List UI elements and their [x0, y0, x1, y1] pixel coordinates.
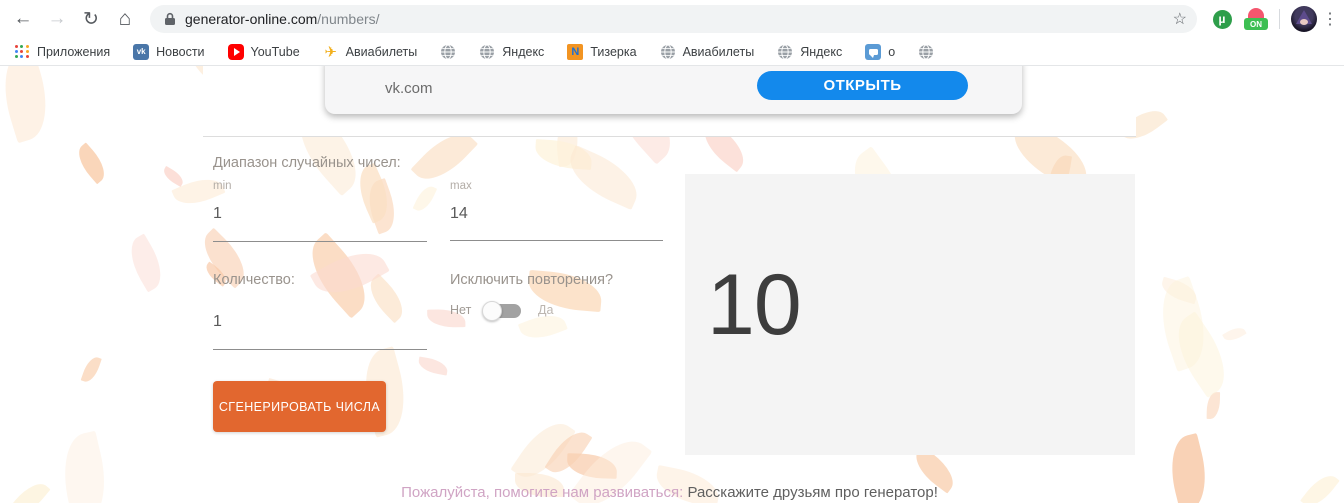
url-domain: generator-online.com — [185, 11, 317, 27]
globe-icon — [777, 44, 793, 60]
globe-icon — [660, 44, 676, 60]
bookmark-item[interactable]: ✈Авиабилеты — [323, 44, 418, 60]
bookmark-item[interactable]: Авиабилеты — [660, 44, 755, 60]
result-box: 10 — [685, 174, 1135, 455]
leaf-decoration — [72, 143, 112, 185]
bookmark-item[interactable]: о — [865, 44, 895, 60]
home-icon[interactable]: ⌂ — [110, 4, 140, 34]
min-input[interactable]: 1 — [213, 205, 222, 223]
leaf-decoration — [161, 166, 186, 187]
leaf-decoration — [8, 476, 51, 503]
browser-toolbar: ← → ↻ ⌂ generator-online.com/numbers/ ☆ … — [0, 0, 1344, 38]
count-label: Количество: — [213, 272, 295, 288]
adblock-extension-icon[interactable]: ON — [1244, 7, 1268, 31]
toolbar-divider — [1279, 9, 1280, 29]
forward-icon[interactable]: → — [42, 4, 72, 34]
url-text: generator-online.com/numbers/ — [185, 11, 1165, 27]
leaf-decoration — [1222, 324, 1247, 345]
browser-menu-icon[interactable]: ⋮ — [1322, 9, 1336, 29]
bookmark-star-icon[interactable]: ☆ — [1173, 9, 1187, 29]
globe-icon — [918, 44, 934, 60]
reload-icon[interactable]: ↻ — [76, 4, 106, 34]
leaf-decoration — [1162, 432, 1214, 503]
max-input[interactable]: 14 — [450, 205, 468, 223]
norepeat-label: Исключить повторения? — [450, 272, 613, 288]
bookmark-item[interactable]: Яндекс — [777, 44, 842, 60]
airplane-icon: ✈ — [323, 44, 339, 60]
generate-button[interactable]: СГЕНЕРИРОВАТЬ ЧИСЛА — [213, 381, 386, 432]
ad-site-label: vk.com — [385, 80, 433, 97]
max-input-underline — [450, 240, 663, 241]
chat-icon — [865, 44, 881, 60]
bookmark-item[interactable] — [440, 44, 456, 60]
on-badge: ON — [1244, 18, 1268, 30]
leaf-decoration — [417, 356, 449, 375]
youtube-icon — [228, 44, 244, 60]
count-input[interactable]: 1 — [213, 313, 222, 331]
apps-grid-icon — [14, 44, 30, 60]
leaf-decoration — [54, 431, 114, 503]
leaf-decoration — [81, 355, 102, 384]
ad-section: vk.com ОТКРЫТЬ — [203, 66, 1136, 137]
bookmark-item[interactable]: YouTube — [228, 44, 300, 60]
range-label: Диапазон случайных чисел: — [213, 155, 401, 171]
min-label: min — [213, 180, 232, 192]
bookmark-item[interactable]: vkНовости — [133, 44, 204, 60]
count-input-underline — [213, 349, 427, 350]
open-button[interactable]: ОТКРЫТЬ — [757, 71, 968, 100]
lock-icon — [164, 12, 176, 26]
bookmark-item[interactable]: Приложения — [14, 44, 110, 60]
ad-card: vk.com ОТКРЫТЬ — [325, 66, 1022, 114]
globe-icon — [479, 44, 495, 60]
toggle-yes-label: Да — [538, 303, 553, 317]
utorrent-extension-icon[interactable]: µ — [1210, 7, 1234, 31]
bookmark-item[interactable]: NТизерка — [567, 44, 636, 60]
back-icon[interactable]: ← — [8, 4, 38, 34]
footer-plea: Пожалуйста, помогите нам развиваться: — [401, 484, 683, 501]
toggle-no-label: Нет — [450, 303, 471, 317]
url-path: /numbers/ — [317, 11, 379, 27]
teaser-n-icon: N — [567, 44, 583, 60]
profile-avatar[interactable] — [1291, 6, 1317, 32]
leaf-decoration — [413, 183, 437, 214]
footer-share-link[interactable]: Расскажите друзьям про генератор! — [687, 484, 937, 501]
browser-window: ← → ↻ ⌂ generator-online.com/numbers/ ☆ … — [0, 0, 1344, 503]
result-number: 10 — [707, 262, 801, 348]
leaf-decoration — [561, 145, 646, 210]
toggle-knob — [482, 301, 502, 321]
bookmark-item[interactable] — [918, 44, 934, 60]
norepeat-toggle[interactable] — [484, 304, 521, 318]
min-input-underline — [213, 241, 427, 242]
globe-icon — [440, 44, 456, 60]
bookmark-item[interactable]: Яндекс — [479, 44, 544, 60]
page-content: vk.com ОТКРЫТЬ Диапазон случайных чисел:… — [0, 66, 1344, 503]
max-label: max — [450, 180, 472, 192]
bookmarks-bar: ПриложенияvkНовостиYouTube✈АвиабилетыЯнд… — [0, 38, 1344, 66]
leaf-decoration — [122, 233, 171, 292]
leaf-decoration — [0, 66, 58, 143]
leaf-decoration — [1300, 469, 1340, 503]
footer-text: Пожалуйста, помогите нам развиваться: Ра… — [203, 484, 1136, 501]
url-bar[interactable]: generator-online.com/numbers/ ☆ — [150, 5, 1197, 33]
vk-icon: vk — [133, 44, 149, 60]
